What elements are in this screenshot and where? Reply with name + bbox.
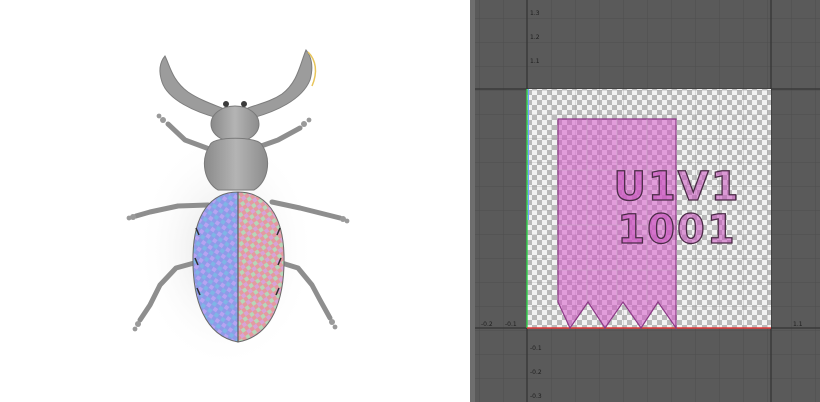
beetle-pronotum [203,137,269,191]
u-tick-label: -0.1 [505,321,517,328]
uv-editor[interactable]: U1V1 1001 1.3 1.2 1.1 -0.1 -0.2 -0.3 -0.… [475,0,820,402]
u-tick-label: 1.1 [793,321,803,328]
v-tick-label: -0.3 [530,393,542,400]
v-tick-label: 1.1 [530,58,540,65]
right-mandible [247,49,313,119]
u-tick-label: -0.2 [481,321,493,328]
beetle-head [210,105,260,143]
v-tick-label: -0.1 [530,345,542,352]
left-mandible [159,55,223,119]
beetle-abdomen-textured [192,191,285,343]
v-tick-label: 1.2 [530,34,540,41]
v-tick-label: -0.2 [530,369,542,376]
uv-tile-label-line1: U1V1 [613,164,741,210]
uv-tile-label-line2: 1001 [617,207,737,253]
viewport-3d[interactable] [0,0,470,402]
v-tick-label: 1.3 [530,10,540,17]
beetle-model-scene [126,49,350,370]
